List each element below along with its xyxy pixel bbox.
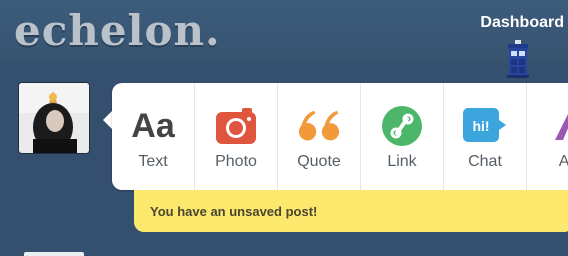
avatar[interactable] xyxy=(18,82,90,154)
link-icon xyxy=(380,105,424,147)
unsaved-post-notice[interactable]: You have an unsaved post! xyxy=(134,190,568,232)
top-bar: echelon. Dashboard xyxy=(0,0,568,62)
svg-text:hi!: hi! xyxy=(472,118,489,134)
notice-text: You have an unsaved post! xyxy=(150,204,318,219)
dashboard-link[interactable]: Dashboard xyxy=(480,14,564,32)
post-type-photo[interactable]: Photo xyxy=(195,83,278,190)
post-type-label: Text xyxy=(138,153,168,170)
post-type-text[interactable]: Aa Text xyxy=(112,83,195,190)
post-type-label: Link xyxy=(387,153,417,170)
avatar-image xyxy=(19,83,89,153)
post-type-chat[interactable]: hi! Chat xyxy=(444,83,527,190)
tardis-icon[interactable] xyxy=(505,40,531,78)
chat-icon: hi! xyxy=(463,105,507,147)
text-icon: Aa xyxy=(131,106,175,145)
post-type-audio[interactable]: Au xyxy=(527,83,568,190)
post-type-panel: Aa Text Photo Quote Link hi! Chat A xyxy=(112,83,568,190)
post-type-label: Chat xyxy=(468,153,502,170)
quote-icon xyxy=(297,105,341,147)
site-logo[interactable]: echelon. xyxy=(14,6,221,55)
post-type-label: Au xyxy=(558,153,568,170)
post-type-link[interactable]: Link xyxy=(361,83,444,190)
post-type-label: Quote xyxy=(297,153,341,170)
audio-icon xyxy=(547,105,568,147)
bottom-tab-left xyxy=(24,252,84,256)
camera-icon xyxy=(214,105,258,147)
post-type-quote[interactable]: Quote xyxy=(278,83,361,190)
post-type-label: Photo xyxy=(215,153,257,170)
